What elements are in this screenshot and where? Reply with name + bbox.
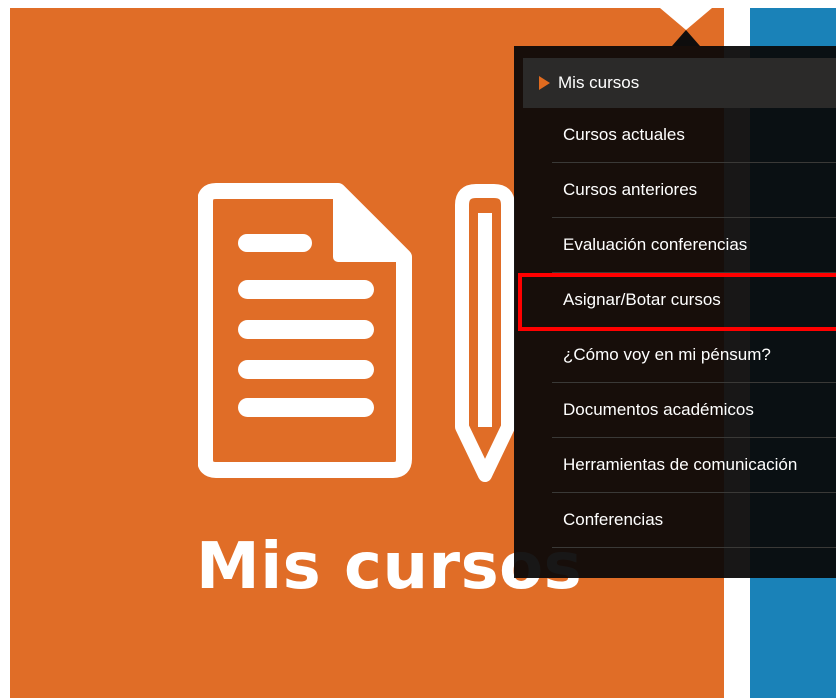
- menu-item-cursos-actuales[interactable]: Cursos actuales: [552, 108, 836, 163]
- document-icon: [198, 183, 412, 478]
- menu-item-evaluacion-conferencias[interactable]: Evaluación conferencias: [552, 218, 836, 273]
- menu-item-herramientas-comunicacion[interactable]: Herramientas de comunicación: [552, 438, 836, 493]
- menu-header-mis-cursos[interactable]: Mis cursos: [523, 58, 836, 108]
- menu-item-como-voy-pensum[interactable]: ¿Cómo voy en mi pénsum?: [552, 328, 836, 383]
- play-arrow-icon: [539, 76, 550, 90]
- menu-header-label: Mis cursos: [558, 73, 640, 92]
- menu-item-asignar-botar-cursos[interactable]: Asignar/Botar cursos: [552, 273, 836, 328]
- dropdown-menu: Mis cursos Cursos actuales Cursos anteri…: [514, 46, 836, 578]
- caret-notch: [660, 8, 712, 30]
- menu-list: Cursos actuales Cursos anteriores Evalua…: [552, 108, 836, 548]
- pencil-icon: [455, 184, 515, 482]
- menu-item-conferencias[interactable]: Conferencias: [552, 493, 836, 548]
- menu-item-documentos-academicos[interactable]: Documentos académicos: [552, 383, 836, 438]
- menu-item-cursos-anteriores[interactable]: Cursos anteriores: [552, 163, 836, 218]
- menu-pointer: [672, 30, 700, 46]
